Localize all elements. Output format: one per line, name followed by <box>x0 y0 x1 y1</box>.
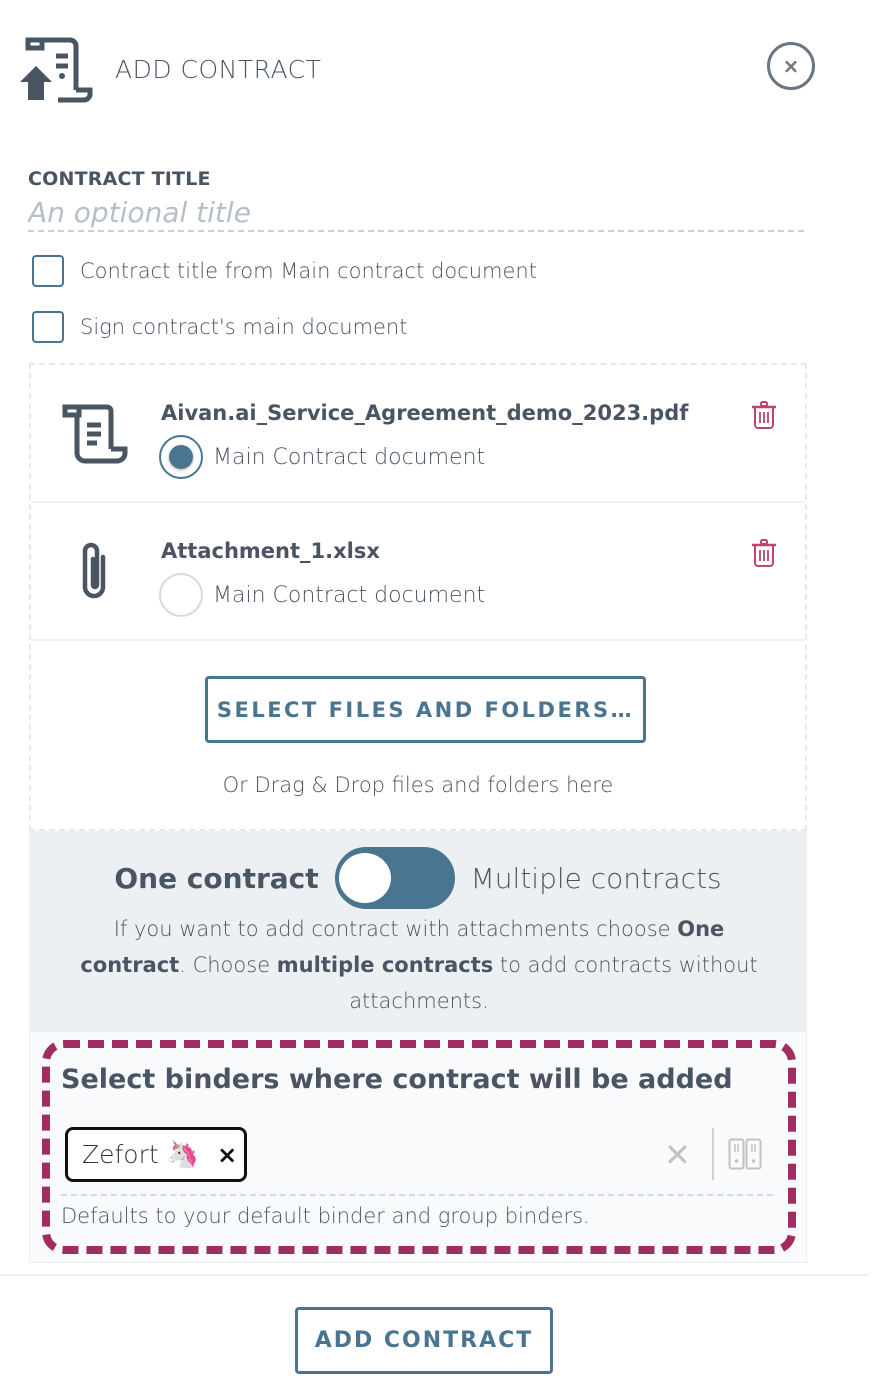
binders-icon[interactable] <box>728 1138 762 1170</box>
binders-section: Select binders where contract will be ad… <box>29 1031 807 1263</box>
file-drop-zone[interactable]: Aivan.ai_Service_Agreement_demo_2023.pdf… <box>29 363 807 831</box>
trash-icon[interactable] <box>751 539 777 567</box>
trash-icon[interactable] <box>751 401 777 429</box>
sign-main-label: Sign contract's main document <box>80 315 408 339</box>
one-contract-label[interactable]: One contract <box>114 862 318 895</box>
divider <box>712 1128 714 1180</box>
contract-mode-toggle[interactable] <box>334 847 455 909</box>
contract-title-label: CONTRACT TITLE <box>28 168 211 190</box>
binders-input-underline <box>61 1194 773 1196</box>
drag-drop-hint: Or Drag & Drop files and folders here <box>222 773 614 797</box>
main-document-radio-row[interactable]: Main Contract document <box>159 435 485 479</box>
main-document-radio-label: Main Contract document <box>213 582 486 608</box>
sign-main-checkbox-row[interactable]: Sign contract's main document <box>32 311 407 343</box>
add-contract-button[interactable]: ADD CONTRACT <box>295 1307 553 1374</box>
contract-upload-icon <box>20 37 93 103</box>
remove-binder-icon[interactable]: × <box>217 1141 237 1169</box>
mode-desc-text: . Choose <box>179 953 277 977</box>
mode-toggle-row: One contract Multiple contracts <box>29 847 807 909</box>
close-icon: × <box>782 54 800 78</box>
mode-description: If you want to add contract with attachm… <box>69 911 769 1019</box>
close-button[interactable]: × <box>767 42 815 90</box>
title-from-main-label: Contract title from Main contract docume… <box>80 259 537 283</box>
file-name: Aivan.ai_Service_Agreement_demo_2023.pdf <box>161 401 689 425</box>
file-list-item: Attachment_1.xlsx Main Contract document <box>31 503 805 641</box>
toggle-knob <box>338 853 391 903</box>
scroll-document-icon <box>62 404 128 464</box>
binders-hint: Defaults to your default binder and grou… <box>61 1204 590 1228</box>
main-document-radio[interactable] <box>159 435 203 479</box>
sign-main-checkbox[interactable] <box>32 311 64 343</box>
contract-mode-section: One contract Multiple contracts If you w… <box>29 831 807 1031</box>
mode-desc-text: If you want to add contract with attachm… <box>113 917 678 941</box>
mode-desc-bold: multiple contracts <box>276 953 494 977</box>
select-files-button[interactable]: SELECT FILES AND FOLDERS… <box>205 676 646 743</box>
title-from-main-checkbox[interactable] <box>32 255 64 287</box>
main-document-radio-row[interactable]: Main Contract document <box>159 573 485 617</box>
main-document-radio-label: Main Contract document <box>213 444 486 470</box>
file-list-item: Aivan.ai_Service_Agreement_demo_2023.pdf… <box>31 365 805 503</box>
file-name: Attachment_1.xlsx <box>161 539 380 563</box>
binders-title: Select binders where contract will be ad… <box>61 1064 733 1095</box>
binder-tag: Zefort 🦄 × <box>65 1127 247 1182</box>
title-from-main-checkbox-row[interactable]: Contract title from Main contract docume… <box>32 255 537 287</box>
dialog-title: ADD CONTRACT <box>115 55 322 84</box>
dialog-header: ADD CONTRACT × <box>0 0 878 140</box>
multiple-contracts-label[interactable]: Multiple contracts <box>471 862 722 895</box>
paperclip-icon <box>82 542 106 599</box>
contract-title-input[interactable] <box>28 194 804 232</box>
binder-tag-label: Zefort <box>82 1140 159 1169</box>
unicorn-icon: 🦄 <box>166 1139 200 1170</box>
footer-divider <box>0 1274 868 1276</box>
main-document-radio[interactable] <box>159 573 203 617</box>
clear-binders-icon[interactable]: ✕ <box>664 1136 691 1174</box>
